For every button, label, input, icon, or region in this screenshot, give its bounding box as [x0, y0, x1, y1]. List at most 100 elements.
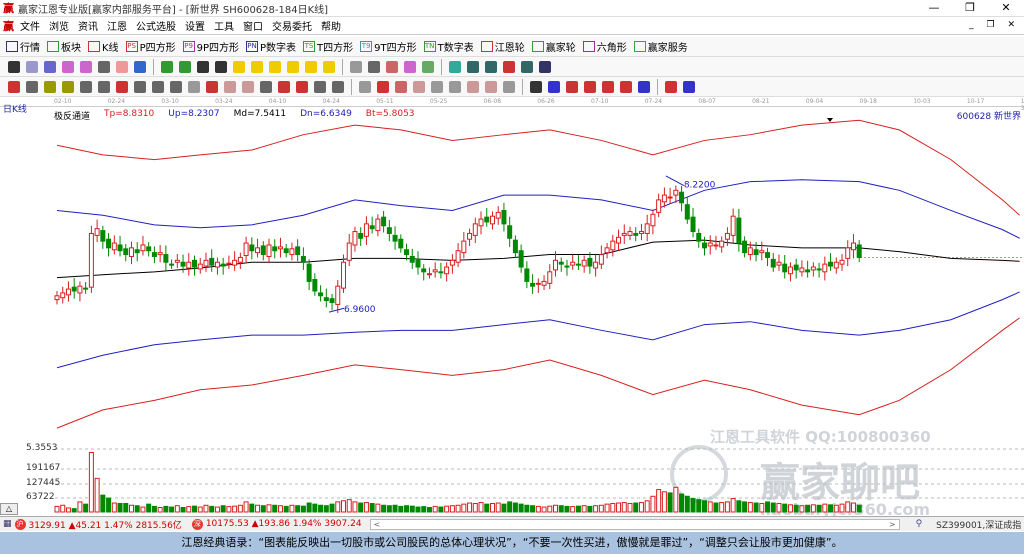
tool-icon[interactable]: [431, 80, 443, 93]
toolbar-grid-icon[interactable]: 行情: [6, 39, 40, 54]
menu-screener[interactable]: 公式选股: [136, 18, 176, 33]
tool-icon[interactable]: [296, 80, 308, 93]
tool-icon[interactable]: [134, 80, 146, 93]
tool-icon[interactable]: [332, 80, 344, 93]
tool-icon[interactable]: [359, 80, 371, 93]
tool-icon[interactable]: [665, 80, 677, 93]
tool-icon[interactable]: [152, 80, 164, 93]
tool-icon[interactable]: [350, 60, 362, 73]
tool-icon[interactable]: [413, 80, 425, 93]
tool-icon[interactable]: [26, 80, 38, 93]
tool-icon[interactable]: [386, 60, 398, 73]
tool-icon[interactable]: [449, 80, 461, 93]
tool-icon[interactable]: [116, 80, 128, 93]
tool-icon[interactable]: [179, 60, 191, 73]
tool-icon[interactable]: [323, 60, 335, 73]
menu-tools[interactable]: 工具: [214, 18, 234, 33]
tool-icon[interactable]: [98, 80, 110, 93]
toolbar-ts[interactable]: TS T四方形: [303, 39, 353, 54]
tool-icon[interactable]: [377, 80, 389, 93]
tool-icon[interactable]: [44, 80, 56, 93]
tool-icon[interactable]: [80, 60, 92, 73]
tool-icon[interactable]: [368, 60, 380, 73]
mdi-window-controls[interactable]: _ ❐ ✕: [969, 20, 1020, 30]
kline-chart[interactable]: 8.2200 6.9600: [0, 118, 1024, 516]
toolbar-wheel-icon[interactable]: 赢家轮: [531, 39, 576, 54]
scroll-left-button[interactable]: <: [374, 520, 381, 529]
tool-icon[interactable]: [161, 60, 173, 73]
menu-gann[interactable]: 江恩: [107, 18, 127, 33]
tool-icon[interactable]: [98, 60, 110, 73]
tool-icon[interactable]: [44, 60, 56, 73]
tool-icon[interactable]: [278, 80, 290, 93]
tool-icon[interactable]: [206, 80, 218, 93]
tool-icon[interactable]: [422, 60, 434, 73]
tool-icon[interactable]: [485, 80, 497, 93]
tool-icon[interactable]: [260, 80, 272, 93]
tool-icon[interactable]: [197, 60, 209, 73]
tool-icon[interactable]: [485, 60, 497, 73]
tool-icon[interactable]: [188, 80, 200, 93]
collapse-toggle[interactable]: △: [0, 503, 18, 515]
toolbar-blocks-icon[interactable]: 板块: [47, 39, 81, 54]
tool-icon[interactable]: [566, 80, 578, 93]
tool-icon[interactable]: [449, 60, 461, 73]
sz-index-quote[interactable]: 10175.53 ▲193.86 1.94% 3907.24: [206, 519, 362, 529]
tool-icon[interactable]: [287, 60, 299, 73]
tool-icon[interactable]: [539, 60, 551, 73]
tool-icon[interactable]: [503, 80, 515, 93]
tool-icon[interactable]: [548, 80, 560, 93]
tool-icon[interactable]: [134, 60, 146, 73]
tool-icon[interactable]: [80, 80, 92, 93]
tool-icon[interactable]: [404, 60, 416, 73]
status-scrollbar[interactable]: < >: [369, 518, 900, 530]
tool-icon[interactable]: [467, 80, 479, 93]
tool-icon[interactable]: [530, 80, 542, 93]
minimize-button[interactable]: —: [916, 0, 952, 17]
index-name[interactable]: SZ399001,深证成指: [936, 518, 1021, 531]
tool-icon[interactable]: [116, 60, 128, 73]
menu-news[interactable]: 资讯: [78, 18, 98, 33]
menu-settings[interactable]: 设置: [185, 18, 205, 33]
period-label[interactable]: 日K线: [3, 102, 27, 115]
tool-icon[interactable]: [467, 60, 479, 73]
tool-icon[interactable]: [242, 80, 254, 93]
tool-icon[interactable]: [584, 80, 596, 93]
toolbar-t9[interactable]: T9 9T四方形: [360, 39, 417, 54]
tool-icon[interactable]: [224, 80, 236, 93]
tool-icon[interactable]: [251, 60, 263, 73]
tool-icon[interactable]: [521, 60, 533, 73]
tool-icon[interactable]: [233, 60, 245, 73]
menu-window[interactable]: 窗口: [243, 18, 263, 33]
tool-icon[interactable]: [215, 60, 227, 73]
menu-browse[interactable]: 浏览: [49, 18, 69, 33]
toolbar-p9[interactable]: P9 9P四方形: [182, 39, 239, 54]
toolbar-target-icon[interactable]: 江恩轮: [480, 39, 525, 54]
tool-icon[interactable]: [314, 80, 326, 93]
tool-icon[interactable]: [26, 60, 38, 73]
tool-icon[interactable]: [8, 60, 20, 73]
toolbar-dollar-icon[interactable]: 赢家服务: [633, 39, 688, 54]
tool-icon[interactable]: [62, 80, 74, 93]
toolbar-ps[interactable]: PS P四方形: [125, 39, 176, 54]
menu-trade[interactable]: 交易委托: [272, 18, 312, 33]
menu-help[interactable]: 帮助: [321, 18, 341, 33]
tool-icon[interactable]: [62, 60, 74, 73]
toolbar-candles-icon[interactable]: K线: [88, 39, 119, 54]
tool-icon[interactable]: [638, 80, 650, 93]
menu-file[interactable]: 文件: [20, 18, 40, 33]
tool-icon[interactable]: [305, 60, 317, 73]
close-button[interactable]: ✕: [988, 0, 1024, 17]
tool-icon[interactable]: [683, 80, 695, 93]
tool-icon[interactable]: [8, 80, 20, 93]
tool-icon[interactable]: [602, 80, 614, 93]
calculator-icon[interactable]: ▦: [3, 519, 12, 529]
tool-icon[interactable]: [620, 80, 632, 93]
tool-icon[interactable]: [503, 60, 515, 73]
toolbar-hexagon-icon[interactable]: 六角形: [582, 39, 627, 54]
tool-icon[interactable]: [395, 80, 407, 93]
sh-index-quote[interactable]: 3129.91 ▲45.21 1.47% 2815.56亿: [29, 518, 182, 531]
toolbar-pn[interactable]: PN P数字表: [246, 39, 296, 54]
maximize-button[interactable]: ❐: [952, 0, 988, 17]
toolbar-tn[interactable]: TN T数字表: [423, 39, 474, 54]
